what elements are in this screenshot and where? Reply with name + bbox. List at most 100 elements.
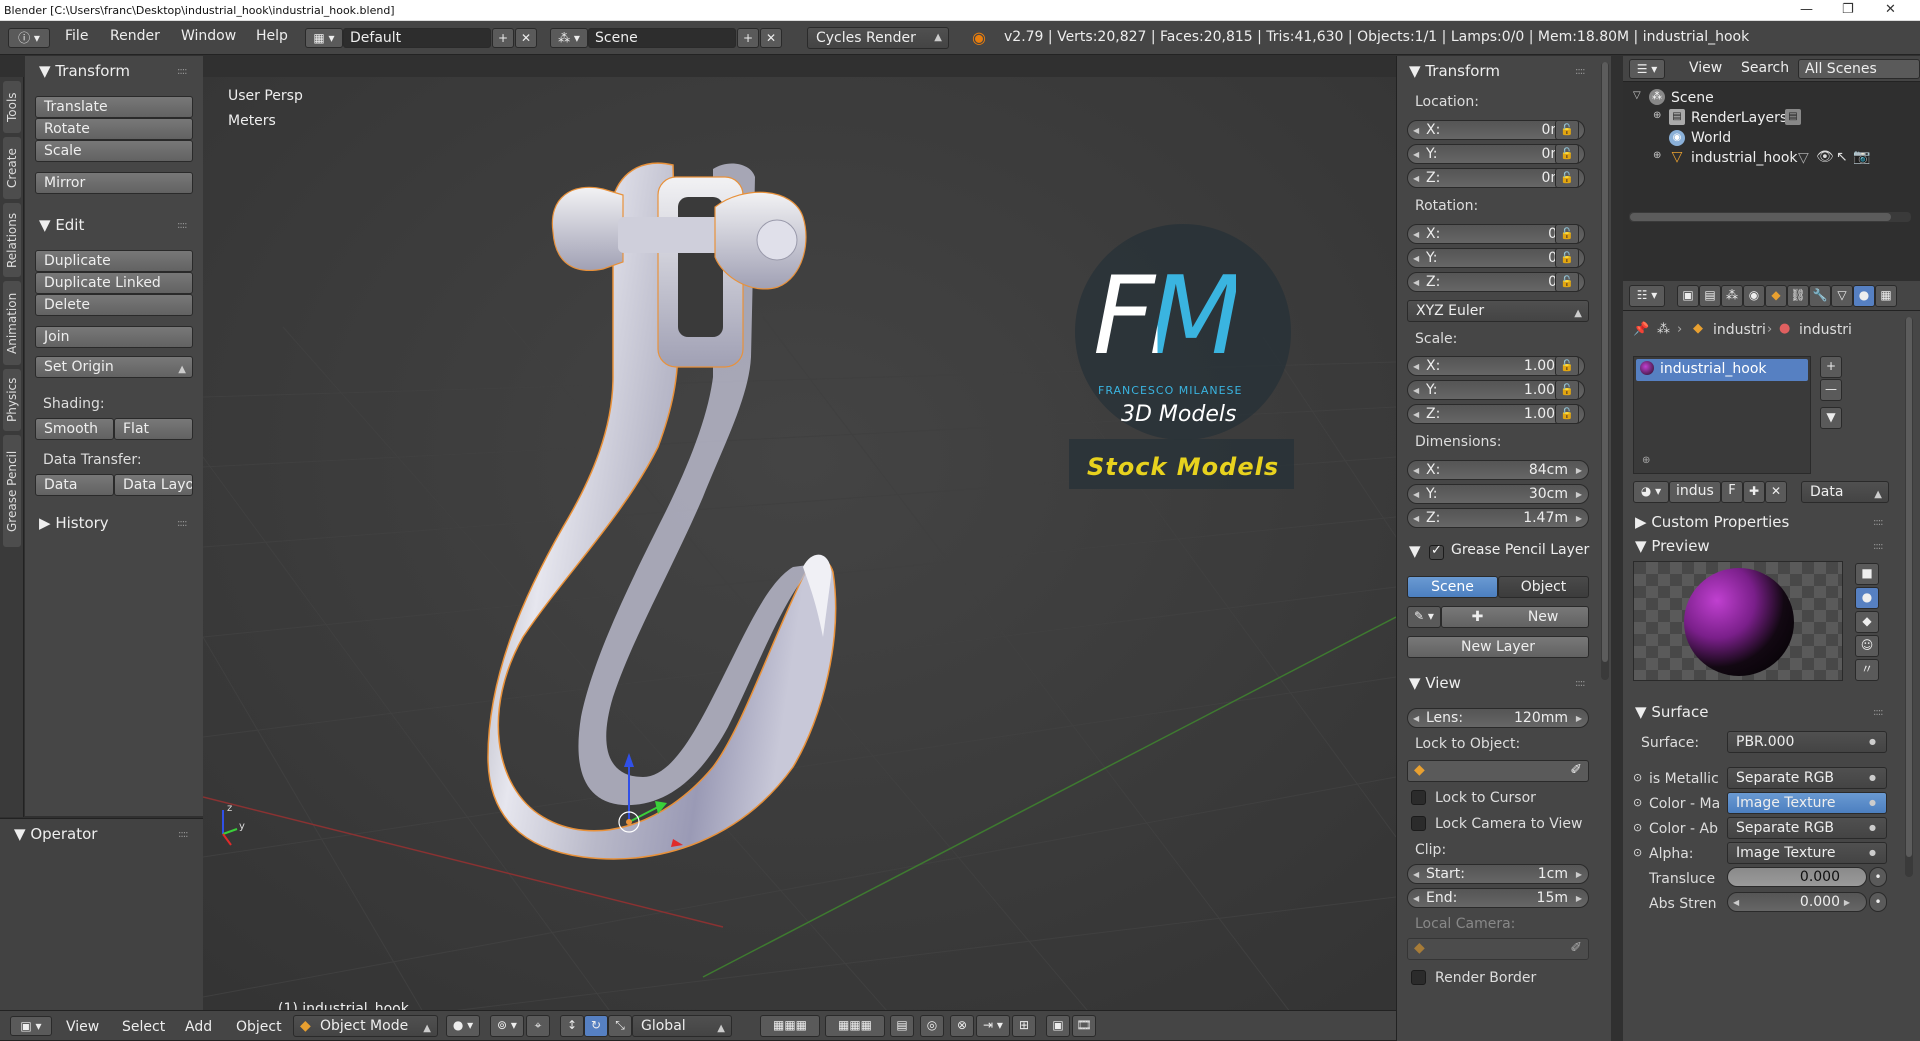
add-scene-icon[interactable]: + — [737, 28, 759, 48]
snap-icon[interactable]: ⊗ — [950, 1015, 974, 1037]
socket-icon[interactable]: ⊙ — [1633, 846, 1642, 859]
socket-icon[interactable]: ⊙ — [1633, 821, 1642, 834]
outliner-hscrollbar[interactable] — [1629, 212, 1911, 222]
flat-button[interactable]: Flat — [114, 418, 193, 440]
restore-button[interactable]: ❐ — [1842, 2, 1854, 17]
render-tab-icon[interactable]: ▣ — [1677, 285, 1699, 307]
surface-header[interactable]: ▼ Surface — [1635, 703, 1708, 721]
panel-grip-icon[interactable]: :::: — [177, 518, 188, 529]
outliner-menu-search[interactable]: Search — [1741, 60, 1789, 76]
manipulator-toggle-icon[interactable]: ⌖ — [526, 1015, 550, 1037]
camera-render-icon[interactable]: 📷 — [1853, 149, 1870, 165]
eye-icon[interactable]: 👁 — [1816, 149, 1834, 165]
duplicate-linked-button[interactable]: Duplicate Linked — [35, 272, 193, 294]
data-tab-icon[interactable]: ▽ — [1831, 285, 1853, 307]
socket-link-icon[interactable]: • — [1869, 867, 1887, 887]
eyedropper-icon[interactable]: ✐ — [1570, 939, 1582, 957]
socket-icon[interactable]: ⊙ — [1633, 796, 1642, 809]
smooth-button[interactable]: Smooth — [35, 418, 114, 440]
clip-end-field[interactable]: ◀ End: 15m ▶ — [1407, 888, 1589, 908]
outliner-filter-select[interactable]: All Scenes — [1798, 59, 1920, 79]
lock-icon[interactable]: 🔓 — [1555, 120, 1579, 140]
cursor-select-icon[interactable]: ↖ — [1836, 149, 1848, 165]
render-engine-select[interactable]: Cycles Render ▲ — [807, 27, 949, 49]
layers-grid-2-icon[interactable]: ▦▦▦ — [825, 1015, 885, 1037]
tab-create[interactable]: Create — [3, 137, 21, 199]
n-panel-scrollbar[interactable] — [1601, 62, 1609, 680]
outliner-item-world[interactable]: World — [1691, 130, 1731, 146]
shading-mode-icon[interactable]: ● ▾ — [446, 1015, 480, 1037]
render-border-checkbox[interactable] — [1411, 970, 1426, 985]
snap-element-icon[interactable]: ⇥ ▾ — [976, 1015, 1010, 1037]
view-panel-header[interactable]: ▼ View — [1409, 674, 1461, 692]
input-select-alpha[interactable]: Image Texture ● — [1727, 842, 1887, 864]
lens-field[interactable]: ◀ Lens: 120mm ▶ — [1407, 708, 1589, 728]
lock-object-field[interactable]: ◆ ✐ — [1407, 760, 1589, 782]
data-button[interactable]: Data — [35, 474, 114, 496]
panel-grip-icon[interactable]: :::: — [177, 66, 188, 77]
menu-render[interactable]: Render — [110, 28, 160, 44]
lock-icon[interactable]: 🔓 — [1555, 404, 1579, 424]
new-layer-button[interactable]: New Layer — [1407, 636, 1589, 658]
breadcrumb-material[interactable]: industri — [1799, 322, 1852, 338]
new-material-button[interactable]: ✚ — [1743, 481, 1765, 503]
texture-tab-icon[interactable]: ▦ — [1875, 285, 1897, 307]
history-panel-header[interactable]: ▶ History — [39, 514, 109, 532]
material-slot-list[interactable]: industrial_hook ⊕ — [1633, 356, 1811, 474]
outliner-item-industrial-hook[interactable]: industrial_hook — [1691, 150, 1798, 166]
lock-icon[interactable]: 🔓 — [1555, 168, 1579, 188]
remove-layout-icon[interactable]: ✕ — [515, 28, 537, 48]
orientation-select[interactable]: Global ▲ — [632, 1015, 732, 1037]
rotate-button[interactable]: Rotate — [35, 118, 193, 140]
expand-icon[interactable]: ⊕ — [1653, 150, 1661, 161]
add-slot-button[interactable]: + — [1820, 356, 1842, 378]
outliner-item-renderlayers[interactable]: RenderLayers — [1691, 110, 1787, 126]
pencil-icon[interactable]: ✎ ▾ — [1407, 606, 1441, 628]
grease-pencil-header[interactable]: ▼ — [1409, 542, 1421, 560]
grease-scene-tab[interactable]: Scene — [1407, 576, 1498, 598]
constraints-tab-icon[interactable]: ⛓ — [1787, 285, 1809, 307]
join-button[interactable]: Join — [35, 326, 193, 348]
panel-grip-icon[interactable]: :::: — [1575, 66, 1586, 77]
transform-panel-header[interactable]: ▼ Transform — [39, 62, 130, 80]
grease-pencil-checkbox[interactable]: ✓ — [1429, 543, 1444, 560]
preview-cube-icon[interactable]: ◆ — [1855, 611, 1879, 633]
duplicate-button[interactable]: Duplicate — [35, 250, 193, 272]
menu-object[interactable]: Object — [236, 1019, 282, 1035]
menu-help[interactable]: Help — [256, 28, 288, 44]
lock-icon[interactable]: 🔓 — [1555, 272, 1579, 292]
material-slot-item[interactable]: industrial_hook — [1636, 359, 1808, 381]
panel-grip-icon[interactable]: :::: — [1873, 541, 1884, 552]
rotate-manipulator-icon[interactable]: ↻ — [584, 1015, 608, 1037]
grease-object-tab[interactable]: Object — [1498, 576, 1589, 598]
input-select-metallic[interactable]: Separate RGB ● — [1727, 767, 1887, 789]
tab-tools[interactable]: Tools — [3, 81, 21, 133]
modifiers-tab-icon[interactable]: 🔧 — [1809, 285, 1831, 307]
expand-icon[interactable]: ▽ — [1633, 90, 1641, 101]
remove-scene-icon[interactable]: ✕ — [760, 28, 782, 48]
menu-file[interactable]: File — [65, 28, 88, 44]
pin-icon[interactable]: 📌 — [1633, 322, 1649, 337]
slot-add-icon[interactable]: ⊕ — [1642, 455, 1650, 466]
remove-slot-button[interactable]: — — [1820, 379, 1842, 401]
preview-header[interactable]: ▼ Preview — [1635, 537, 1710, 555]
socket-link-icon[interactable]: • — [1869, 892, 1887, 912]
layers-grid-1-icon[interactable]: ▦▦▦ — [760, 1015, 820, 1037]
tab-relations[interactable]: Relations — [3, 203, 21, 277]
outliner-editor-icon[interactable]: ☰ ▾ — [1629, 59, 1665, 79]
menu-view[interactable]: View — [66, 1019, 99, 1035]
lock-icon[interactable]: 🔓 — [1555, 248, 1579, 268]
lock-icon[interactable]: 🔓 — [1555, 224, 1579, 244]
render-layers-tab-icon[interactable]: ▤ — [1699, 285, 1721, 307]
preview-monkey-icon[interactable]: ☺ — [1855, 635, 1879, 657]
object-tab-icon[interactable]: ◆ — [1765, 285, 1787, 307]
surface-select[interactable]: PBR.000 ● — [1727, 731, 1887, 753]
menu-add[interactable]: Add — [185, 1019, 212, 1035]
editor-type-icon[interactable]: ▣ ▾ — [10, 1016, 52, 1036]
minimize-button[interactable]: — — [1800, 2, 1813, 17]
translate-button[interactable]: Translate — [35, 96, 193, 118]
abs-strength-field[interactable]: ◀ 0.000 ▶ — [1727, 892, 1867, 912]
material-tab-icon[interactable]: ● — [1853, 285, 1875, 307]
scale-manipulator-icon[interactable]: ⤡ — [608, 1015, 632, 1037]
panel-grip-icon[interactable]: :::: — [178, 829, 189, 840]
